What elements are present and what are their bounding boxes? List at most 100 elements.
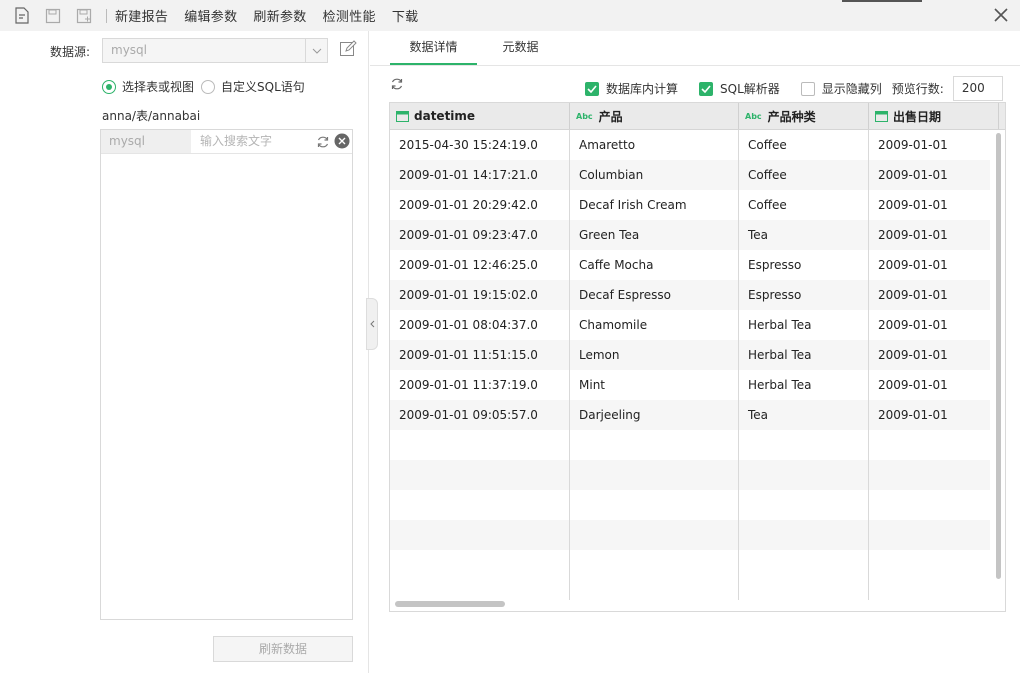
datasource-panel: 数据源: mysql 选择表或视图 自定义SQL语句 anna/表/annaba…: [0, 31, 369, 673]
column-header[interactable]: Abc 产品种类: [739, 103, 869, 129]
table-cell: 2009-01-01: [878, 258, 948, 272]
toolbar: 新建报告 编辑参数 刷新参数 检测性能 下载: [0, 0, 1020, 31]
table-cell: 2009-01-01 20:29:42.0: [399, 198, 538, 212]
table-cell: 2009-01-01: [878, 168, 948, 182]
table-cell: 2009-01-01: [878, 378, 948, 392]
preview-rows-input[interactable]: 200: [952, 76, 1003, 101]
table-row: [390, 520, 990, 550]
refresh-params-button[interactable]: 刷新参数: [253, 6, 306, 25]
tab-metadata[interactable]: 元数据: [477, 31, 564, 66]
options-row: 数据库内计算 SQL解析器 显示隐藏列 预览行数: 200: [585, 76, 1003, 101]
table-row: [390, 550, 990, 580]
table-row[interactable]: 2009-01-01 11:37:19.0 Mint Herbal Tea 2009-…: [390, 370, 990, 400]
column-header-label: 产品种类: [767, 109, 816, 124]
table-cell: 2009-01-01: [878, 348, 948, 362]
table-cell: 2009-01-01 12:46:25.0: [399, 258, 538, 272]
table-cell: Darjeeling: [579, 408, 641, 422]
table-cell: Herbal Tea: [748, 318, 812, 332]
table-cell: Herbal Tea: [748, 348, 812, 362]
tab-divider: [370, 65, 1020, 66]
tree-search-input[interactable]: 输入搜索文字: [191, 130, 352, 153]
table-cell: Herbal Tea: [748, 378, 812, 392]
text-type-icon: Abc: [576, 111, 593, 121]
table-cell: Tea: [748, 408, 769, 422]
radio-custom-sql-label: 自定义SQL语句: [221, 80, 305, 94]
table-cell: 2009-01-01: [878, 318, 948, 332]
vertical-scrollbar[interactable]: [996, 133, 1001, 579]
clear-icon[interactable]: [334, 133, 350, 149]
column-header-label: 出售日期: [893, 109, 942, 124]
table-row[interactable]: 2009-01-01 09:23:47.0 Green Tea Tea 2009-01…: [390, 220, 990, 250]
radio-select-table-label: 选择表或视图: [122, 80, 195, 94]
data-grid[interactable]: datetime Abc 产品 Abc 产品种类 出售日期 2015-04-30 15:2…: [389, 102, 1006, 612]
table-row[interactable]: 2009-01-01 12:46:25.0 Caffe Mocha Espresso…: [390, 250, 990, 280]
edit-icon[interactable]: [339, 40, 359, 60]
refresh-icon[interactable]: [316, 134, 330, 148]
table-row: [390, 430, 990, 460]
radio-custom-sql[interactable]: [201, 79, 216, 94]
table-row[interactable]: 2009-01-01 19:15:02.0 Decaf Espresso Espre…: [390, 280, 990, 310]
refresh-data-button[interactable]: 刷新数据: [213, 636, 353, 662]
tree-search-placeholder: 输入搜索文字: [200, 134, 273, 148]
save-icon[interactable]: [43, 6, 63, 26]
preview-rows-label: 预览行数:: [891, 82, 944, 96]
text-type-icon: Abc: [745, 111, 762, 121]
new-report-button[interactable]: 新建报告: [115, 6, 168, 25]
save-as-icon[interactable]: [74, 6, 94, 26]
radio-select-table[interactable]: [102, 79, 116, 94]
table-row[interactable]: 2009-01-01 08:04:37.0 Chamomile Herbal Tea…: [390, 310, 990, 340]
table-cell: 2009-01-01 11:37:19.0: [399, 378, 538, 392]
table-cell: 2009-01-01 09:23:47.0: [399, 228, 538, 242]
table-row[interactable]: 2009-01-01 20:29:42.0 Decaf Irish Cream Co…: [390, 190, 990, 220]
table-cell: 2009-01-01 09:05:57.0: [399, 408, 538, 422]
table-cell: Caffe Mocha: [579, 258, 654, 272]
column-header[interactable]: Abc 产品: [570, 103, 739, 129]
close-icon[interactable]: [992, 6, 1010, 24]
tab-data-detail[interactable]: 数据详情: [390, 31, 477, 66]
table-cell: 2009-01-01 11:51:15.0: [399, 348, 538, 362]
table-path: anna/表/annabai: [102, 109, 201, 123]
check-performance-button[interactable]: 检测性能: [323, 6, 376, 25]
datasource-value: mysql: [111, 43, 147, 57]
column-divider: [569, 130, 570, 600]
table-row[interactable]: 2009-01-01 14:17:21.0 Columbian Coffee 2009…: [390, 160, 990, 190]
edit-params-button[interactable]: 编辑参数: [184, 6, 237, 25]
sql-parser-label: SQL解析器: [720, 82, 780, 96]
table-cell: Tea: [748, 228, 769, 242]
column-header[interactable]: 出售日期: [869, 103, 999, 129]
db-compute-label: 数据库内计算: [606, 82, 679, 96]
table-cell: Coffee: [748, 198, 787, 212]
chevron-down-icon: [305, 39, 327, 62]
table-row[interactable]: 2009-01-01 09:05:57.0 Darjeeling Tea 2009-0…: [390, 400, 990, 430]
table-row: [390, 460, 990, 490]
datasource-select[interactable]: mysql: [102, 38, 328, 63]
table-row: [390, 490, 990, 520]
new-doc-icon[interactable]: [12, 6, 32, 26]
column-header[interactable]: datetime: [390, 103, 570, 129]
table-tree[interactable]: mysql 输入搜索文字: [100, 129, 353, 620]
table-row[interactable]: 2009-01-01 11:51:15.0 Lemon Herbal Tea 2009…: [390, 340, 990, 370]
table-cell: Coffee: [748, 138, 787, 152]
db-compute-checkbox[interactable]: [585, 81, 599, 96]
column-divider: [738, 130, 739, 600]
download-button[interactable]: 下载: [392, 6, 419, 25]
check-icon: [701, 84, 711, 93]
table-cell: 2015-04-30 15:24:19.0: [399, 138, 538, 152]
show-hidden-checkbox[interactable]: [800, 81, 815, 96]
table-cell: Lemon: [579, 348, 620, 362]
table-cell: 2009-01-01: [878, 228, 948, 242]
tree-db-name: mysql: [101, 130, 191, 153]
column-divider: [868, 130, 869, 600]
table-cell: Chamomile: [579, 318, 648, 332]
table-row[interactable]: 2015-04-30 15:24:19.0 Amaretto Coffee 2009-…: [390, 130, 990, 160]
toolbar-separator: [106, 8, 107, 23]
tree-header: mysql 输入搜索文字: [101, 130, 352, 154]
column-header-label: 产品: [598, 109, 623, 124]
horizontal-scrollbar[interactable]: [395, 601, 505, 607]
table-cell: Mint: [579, 378, 605, 392]
datasource-label: 数据源:: [50, 45, 91, 59]
refresh-icon[interactable]: [390, 77, 404, 91]
calendar-icon: [875, 110, 888, 122]
sql-parser-checkbox[interactable]: [699, 81, 714, 96]
tab-bar: 数据详情 元数据: [390, 31, 564, 66]
